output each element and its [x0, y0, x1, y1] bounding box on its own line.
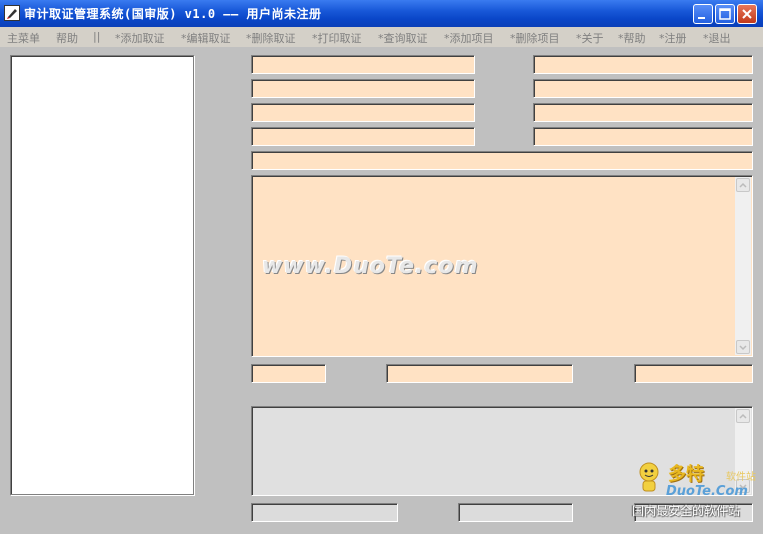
field-5[interactable]: [251, 103, 475, 122]
menu-exit[interactable]: *退出: [703, 30, 731, 46]
field-6[interactable]: [533, 103, 753, 122]
field-2[interactable]: [533, 55, 753, 74]
mascot-icon: [639, 462, 659, 492]
menu-edit-evidence[interactable]: *编辑取证: [181, 30, 231, 46]
chevron-up-icon: [739, 182, 747, 188]
status-field-2[interactable]: [458, 503, 573, 522]
menu-add-evidence[interactable]: *添加取证: [115, 30, 165, 46]
menu-register[interactable]: *注册: [659, 30, 687, 46]
menu-separator: ||: [93, 30, 101, 43]
menu-help[interactable]: 帮助: [56, 30, 78, 46]
logo-title: 多特: [668, 464, 704, 485]
logo-small-text: 软件站: [726, 472, 756, 483]
app-icon: [4, 5, 20, 21]
status-field-1[interactable]: [251, 503, 398, 522]
scroll-up-button[interactable]: [736, 178, 750, 192]
chevron-down-icon: [739, 345, 747, 351]
menu-bar: 主菜单 帮助 || *添加取证 *编辑取证 *删除取证 *打印取证 *查询取证 …: [0, 27, 763, 47]
field-bottom-2[interactable]: [386, 364, 573, 383]
close-button[interactable]: [737, 4, 757, 24]
menu-print-evidence[interactable]: *打印取证: [312, 30, 362, 46]
menu-delete-evidence[interactable]: *删除取证: [246, 30, 296, 46]
app-window: 审计取证管理系统(国审版) v1.0 —— 用户尚未注册 主菜单 帮助 || *…: [0, 0, 763, 534]
minimize-icon: [698, 17, 705, 19]
field-3[interactable]: [251, 79, 475, 98]
field-1[interactable]: [251, 55, 475, 74]
menu-help-2[interactable]: *帮助: [618, 30, 646, 46]
logo-slogan: 国内最安全的软件站: [632, 504, 741, 518]
menu-main[interactable]: 主菜单: [7, 30, 40, 46]
watermark-text: www.DuoTe.com: [262, 254, 479, 279]
scroll-down-button[interactable]: [736, 340, 750, 354]
minimize-button[interactable]: [693, 4, 713, 24]
close-icon: [742, 9, 752, 19]
window-title: 审计取证管理系统(国审版) v1.0 —— 用户尚未注册: [24, 7, 322, 21]
notes-scroll-up-button[interactable]: [736, 409, 750, 423]
field-7[interactable]: [251, 127, 475, 146]
menu-query-evidence[interactable]: *查询取证: [378, 30, 428, 46]
field-bottom-3[interactable]: [634, 364, 753, 383]
title-bar[interactable]: 审计取证管理系统(国审版) v1.0 —— 用户尚未注册: [0, 0, 763, 27]
maximize-icon: [719, 8, 731, 20]
chevron-up-icon: [739, 413, 747, 419]
menu-delete-project[interactable]: *删除项目: [510, 30, 560, 46]
logo-english: DuoTe.Com: [666, 484, 748, 499]
field-4[interactable]: [533, 79, 753, 98]
field-wide[interactable]: [251, 151, 753, 170]
maximize-button[interactable]: [715, 4, 735, 24]
field-8[interactable]: [533, 127, 753, 146]
field-bottom-1[interactable]: [251, 364, 326, 383]
project-list[interactable]: [10, 55, 194, 495]
duote-logo: 多特 软件站 DuoTe.Com 国内最安全的软件站: [630, 458, 760, 530]
menu-add-project[interactable]: *添加项目: [444, 30, 494, 46]
content-scrollbar[interactable]: [735, 177, 751, 355]
menu-about[interactable]: *关于: [576, 30, 604, 46]
